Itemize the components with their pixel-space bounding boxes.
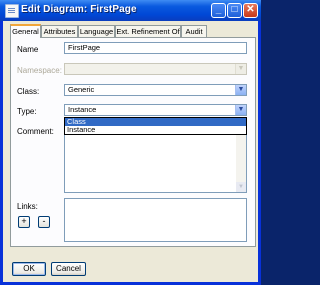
name-label: Name bbox=[17, 45, 39, 54]
class-select[interactable]: Generic ▼ bbox=[64, 84, 247, 96]
ok-button[interactable]: OK bbox=[12, 262, 46, 276]
type-value: Instance bbox=[68, 105, 97, 114]
links-label: Links: bbox=[17, 202, 38, 211]
minimize-button[interactable]: _ bbox=[211, 3, 226, 18]
type-label: Type: bbox=[17, 107, 37, 116]
title-bar[interactable]: Edit Diagram: FirstPage _ □ ✕ bbox=[0, 0, 261, 21]
type-select[interactable]: Instance ▼ bbox=[64, 104, 247, 116]
chevron-down-icon[interactable]: ▼ bbox=[235, 105, 246, 115]
class-label: Class: bbox=[17, 87, 40, 96]
comment-label: Comment: bbox=[17, 127, 54, 136]
cancel-button[interactable]: Cancel bbox=[51, 262, 86, 276]
tab-audit[interactable]: Audit bbox=[181, 25, 207, 37]
type-option-instance[interactable]: Instance bbox=[65, 126, 246, 134]
diagram-icon bbox=[5, 4, 19, 18]
namespace-label: Namespace: bbox=[17, 66, 62, 75]
type-dropdown-list: Class Instance bbox=[64, 117, 247, 135]
tab-language[interactable]: Language bbox=[78, 25, 115, 37]
add-link-button[interactable]: + bbox=[18, 216, 30, 228]
namespace-select: ▼ bbox=[64, 63, 247, 75]
chevron-down-icon[interactable]: ▼ bbox=[235, 85, 246, 95]
tab-general[interactable]: General bbox=[10, 24, 41, 38]
window-title: Edit Diagram: FirstPage bbox=[21, 4, 137, 15]
remove-link-button[interactable]: - bbox=[38, 216, 50, 228]
maximize-button[interactable]: □ bbox=[227, 3, 242, 18]
name-field[interactable]: FirstPage bbox=[64, 42, 247, 54]
tab-ext-refinement-of[interactable]: Ext. Refinement Of bbox=[115, 25, 181, 37]
class-value: Generic bbox=[68, 85, 95, 94]
links-list[interactable] bbox=[64, 198, 247, 242]
chevron-down-icon: ▼ bbox=[235, 64, 246, 74]
scroll-down-icon[interactable]: ▼ bbox=[236, 182, 246, 192]
tab-attributes[interactable]: Attributes bbox=[41, 25, 78, 37]
close-button[interactable]: ✕ bbox=[243, 3, 258, 18]
